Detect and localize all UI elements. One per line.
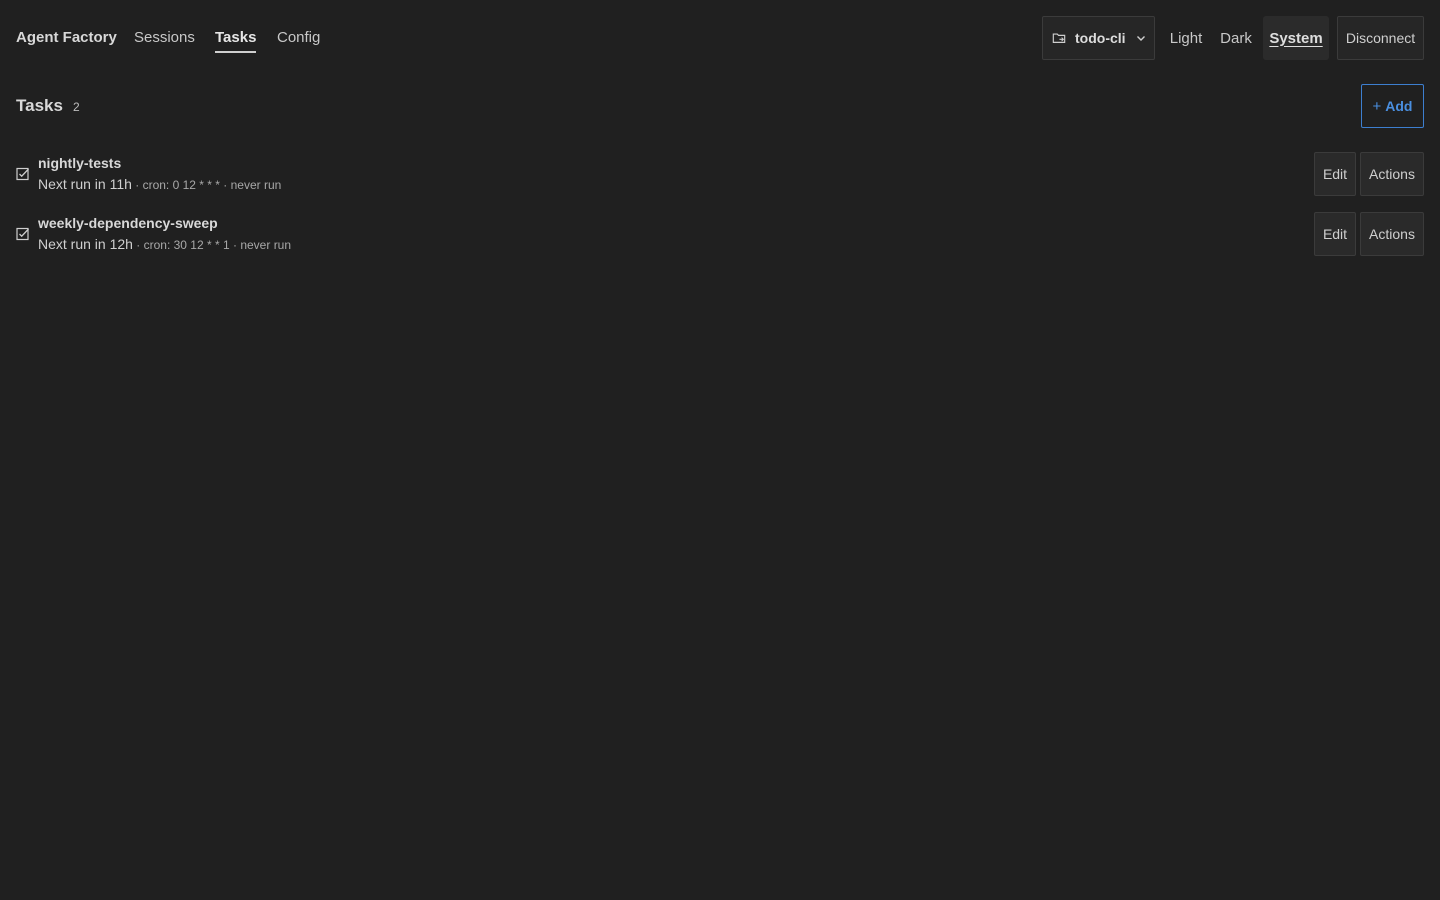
plus-icon: +	[1372, 97, 1382, 115]
task-check-icon	[16, 227, 29, 241]
disconnect-button[interactable]: Disconnect	[1337, 16, 1424, 60]
theme-system-label: System	[1269, 29, 1323, 47]
chevron-down-icon	[1136, 36, 1145, 41]
page-title: Tasks	[16, 96, 63, 115]
task-next-run: Next run in 12h	[38, 236, 133, 252]
task-name[interactable]: nightly-tests	[38, 155, 121, 171]
theme-system-button[interactable]: System	[1263, 16, 1329, 60]
task-actions-button[interactable]: Actions	[1360, 212, 1424, 256]
tab-sessions[interactable]: Sessions	[134, 29, 195, 46]
task-schedule-detail: · cron: 0 12 * * * · never run	[131, 178, 282, 192]
add-task-label: Add	[1385, 98, 1413, 114]
project-selector[interactable]: todo-cli	[1042, 16, 1155, 60]
edit-task-button[interactable]: Edit	[1314, 212, 1356, 256]
task-count: 2	[72, 100, 80, 114]
task-check-icon	[16, 167, 29, 181]
edit-task-button[interactable]: Edit	[1314, 152, 1356, 196]
theme-light-button[interactable]: Light	[1163, 16, 1209, 60]
theme-light-label: Light	[1169, 29, 1203, 47]
task-name[interactable]: weekly-dependency-sweep	[38, 215, 218, 231]
tab-tasks[interactable]: Tasks	[215, 29, 257, 53]
tasks-header: Tasks 2	[16, 96, 80, 116]
task-next-run: Next run in 11h	[38, 176, 132, 192]
tab-config[interactable]: Config	[277, 29, 320, 46]
top-bar: Agent Factory Sessions Tasks Config todo…	[0, 0, 1440, 76]
task-schedule-detail: · cron: 30 12 * * 1 · never run	[132, 238, 292, 252]
add-task-button[interactable]: + Add	[1361, 84, 1424, 128]
task-meta: Next run in 12h · cron: 30 12 * * 1 · ne…	[38, 236, 291, 254]
task-row: nightly-tests Next run in 11h · cron: 0 …	[0, 152, 1440, 202]
folder-icon	[1052, 33, 1066, 43]
task-row: weekly-dependency-sweep Next run in 12h …	[0, 212, 1440, 262]
project-name: todo-cli	[1075, 30, 1126, 46]
task-meta: Next run in 11h · cron: 0 12 * * * · nev…	[38, 176, 281, 194]
theme-dark-button[interactable]: Dark	[1213, 16, 1259, 60]
app-brand[interactable]: Agent Factory	[16, 29, 117, 46]
task-actions-button[interactable]: Actions	[1360, 152, 1424, 196]
theme-dark-label: Dark	[1220, 29, 1252, 47]
